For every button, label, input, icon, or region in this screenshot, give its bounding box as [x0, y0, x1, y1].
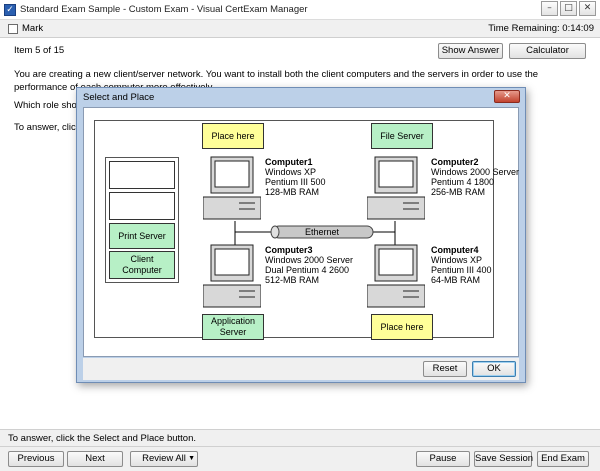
dialog-title: Select and Place — [83, 92, 155, 103]
exhibit-panel: Ethernet Print Server Client Computer Pl… — [94, 120, 519, 340]
review-all-label: Review All — [142, 453, 186, 464]
computer4-specs: Computer4 Windows XP Pentium III 400 64-… — [431, 245, 492, 285]
maximize-button[interactable]: □ — [560, 1, 577, 16]
instruction-text: To answer, click the Select and Place bu… — [8, 433, 196, 444]
review-all-dropdown[interactable]: Review All ▼ — [130, 451, 198, 467]
dialog-body: Ethernet Print Server Client Computer Pl… — [83, 107, 519, 357]
item-counter: Item 5 of 15 — [14, 45, 65, 56]
minimize-button[interactable]: – — [541, 1, 558, 16]
close-button[interactable]: ✕ — [579, 1, 596, 16]
previous-button[interactable]: Previous — [8, 451, 64, 467]
calculator-button[interactable]: Calculator — [509, 43, 586, 59]
dialog-footer: Reset OK — [83, 358, 519, 380]
computer3-specs: Computer3 Windows 2000 Server Dual Penti… — [265, 245, 354, 285]
save-session-button[interactable]: Save Session — [474, 451, 533, 467]
dialog-close-button[interactable]: ✕ — [494, 90, 520, 103]
ok-button[interactable]: OK — [472, 361, 516, 377]
show-answer-button[interactable]: Show Answer — [438, 43, 503, 59]
computer2-specs: Computer2 Windows 2000 Server Pentium 4 … — [431, 157, 520, 197]
computer4-icon — [367, 244, 425, 308]
answer-instruction: To answer, click — [14, 122, 81, 133]
navigation-bar: Previous Next Review All ▼ Pause Save Se… — [0, 446, 600, 471]
target-bottom-right[interactable]: Place here — [371, 314, 433, 340]
app-check-icon: ✓ — [4, 4, 16, 16]
time-remaining: Time Remaining: 0:14:09 — [488, 23, 594, 34]
question-prompt: Which role shou — [14, 100, 83, 111]
window-controls: – □ ✕ — [541, 1, 596, 16]
computer1-icon — [203, 156, 261, 220]
window-titlebar: ✓ Standard Exam Sample - Custom Exam - V… — [0, 0, 600, 20]
mark-bar: Mark Time Remaining: 0:14:09 — [0, 20, 600, 38]
reset-button[interactable]: Reset — [423, 361, 467, 377]
ethernet-label: Ethernet — [305, 227, 340, 237]
dropdown-arrow-icon: ▼ — [188, 455, 195, 462]
computer2-icon — [367, 156, 425, 220]
pause-button[interactable]: Pause — [416, 451, 470, 467]
choice-column — [105, 157, 179, 283]
select-and-place-dialog: Select and Place ✕ Ethernet Print Server… — [76, 87, 526, 383]
mark-label[interactable]: Mark — [22, 23, 43, 34]
target-bottom-left[interactable]: Application Server — [202, 314, 264, 340]
next-button[interactable]: Next — [67, 451, 123, 467]
computer1-specs: Computer1 Windows XP Pentium III 500 128… — [265, 157, 326, 197]
instruction-bar: To answer, click the Select and Place bu… — [0, 429, 600, 447]
target-top-left[interactable]: Place here — [202, 123, 264, 149]
end-exam-button[interactable]: End Exam — [537, 451, 589, 467]
window-title: Standard Exam Sample - Custom Exam - Vis… — [20, 4, 308, 15]
mark-checkbox[interactable] — [8, 24, 18, 34]
computer3-icon — [203, 244, 261, 308]
target-top-right[interactable]: File Server — [371, 123, 433, 149]
